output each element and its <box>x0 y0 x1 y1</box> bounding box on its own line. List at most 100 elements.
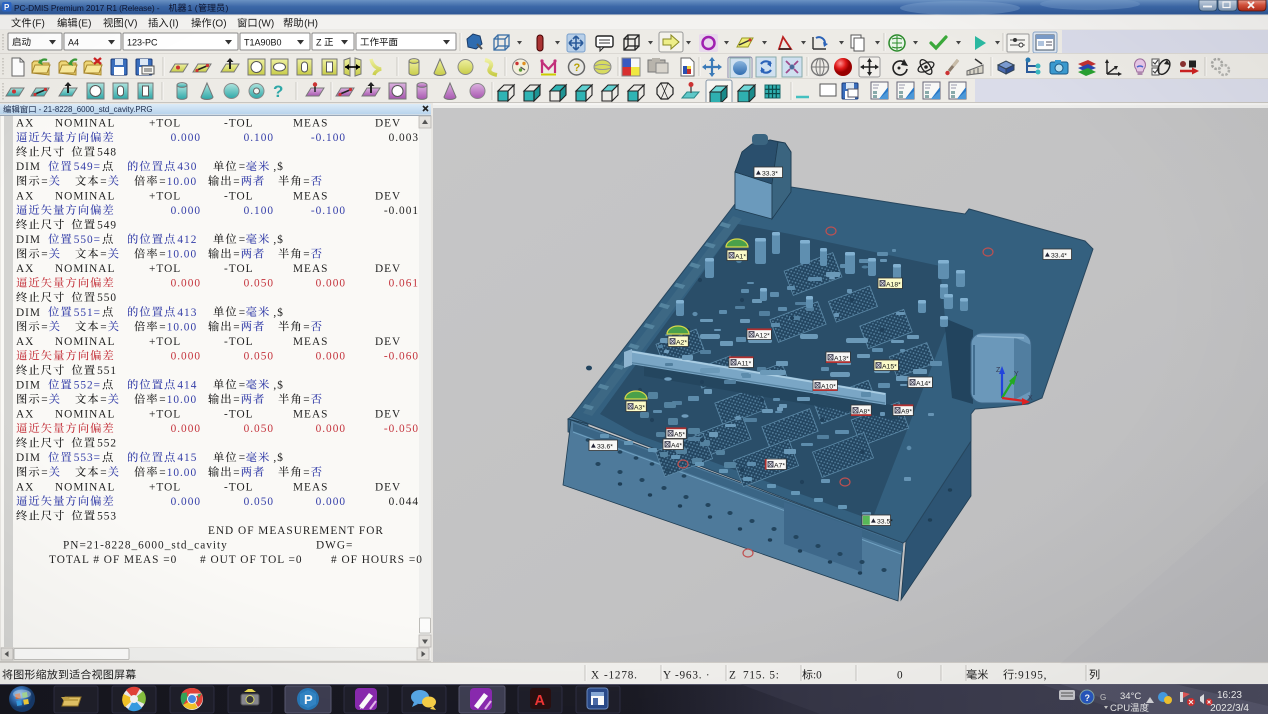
svg-text:=: = <box>159 249 166 261</box>
svg-text:0.000: 0.000 <box>171 423 201 435</box>
svg-text:,$: ,$ <box>273 234 283 246</box>
svg-text:16:23: 16:23 <box>1217 690 1242 701</box>
svg-text:10.00: 10.00 <box>167 176 197 188</box>
svg-text:DIM: DIM <box>16 452 41 464</box>
svg-text:10.00: 10.00 <box>167 321 197 333</box>
svg-text:A18*: A18* <box>886 281 901 288</box>
svg-text:-0.001: -0.001 <box>384 205 419 217</box>
svg-text:0.100: 0.100 <box>244 205 274 217</box>
svg-text:DIM: DIM <box>16 161 41 173</box>
svg-text:A2*: A2* <box>676 339 687 346</box>
svg-text:A13*: A13* <box>834 355 849 362</box>
svg-text:34°C: 34°C <box>1120 691 1141 702</box>
svg-text:AX: AX <box>16 190 34 202</box>
svg-text:DEV: DEV <box>375 481 401 493</box>
svg-text:A5*: A5* <box>674 431 685 438</box>
svg-text:=: = <box>239 307 246 319</box>
svg-text:+TOL: +TOL <box>149 118 181 130</box>
svg-text:=: = <box>303 321 310 333</box>
svg-text:DIM: DIM <box>16 307 41 319</box>
svg-text:P: P <box>4 3 10 12</box>
svg-text:549: 549 <box>97 219 117 231</box>
svg-text:0.000: 0.000 <box>316 496 346 508</box>
svg-text:DWG=: DWG= <box>316 540 353 552</box>
svg-text:551=: 551= <box>74 307 101 319</box>
svg-text:33.3*: 33.3* <box>762 170 778 177</box>
svg-text:X: X <box>591 670 599 682</box>
svg-text:413: 413 <box>177 307 197 319</box>
svg-text:-0.100: -0.100 <box>311 132 346 144</box>
svg-text:=: = <box>100 249 107 261</box>
svg-text:33.5*: 33.5* <box>877 518 893 525</box>
svg-text:A12*: A12* <box>755 332 770 339</box>
svg-text:=: = <box>41 321 48 333</box>
svg-text:123-PC: 123-PC <box>127 37 158 47</box>
svg-text:AX: AX <box>16 118 34 130</box>
svg-text:A15*: A15* <box>882 363 897 370</box>
svg-text:0.050: 0.050 <box>244 423 274 435</box>
svg-text:0.050: 0.050 <box>244 350 274 362</box>
svg-text:Z: Z <box>996 367 1001 374</box>
svg-text:=: = <box>233 176 240 188</box>
svg-text:+TOL: +TOL <box>149 263 181 275</box>
svg-text:550=: 550= <box>74 234 101 246</box>
svg-text:=: = <box>159 467 166 479</box>
svg-text:=: = <box>100 321 107 333</box>
svg-text:-0.100: -0.100 <box>311 205 346 217</box>
svg-text:=: = <box>100 176 107 188</box>
svg-text:DEV: DEV <box>375 263 401 275</box>
svg-text:=: = <box>303 249 310 261</box>
svg-text:MEAS: MEAS <box>293 336 328 348</box>
svg-text:Z: Z <box>316 37 322 47</box>
svg-text:0.100: 0.100 <box>244 132 274 144</box>
svg-text:-0.050: -0.050 <box>384 423 419 435</box>
svg-text:A7*: A7* <box>774 462 785 469</box>
svg-text:=: = <box>233 321 240 333</box>
svg-text:MEAS: MEAS <box>293 190 328 202</box>
svg-text:552: 552 <box>97 438 117 450</box>
svg-text:=: = <box>303 176 310 188</box>
svg-text:0.000: 0.000 <box>316 278 346 290</box>
svg-text:0.000: 0.000 <box>171 350 201 362</box>
svg-text:A: A <box>535 693 546 709</box>
svg-text:MEAS: MEAS <box>293 118 328 130</box>
svg-text:,$: ,$ <box>273 452 283 464</box>
svg-text:NOMINAL: NOMINAL <box>55 190 115 202</box>
svg-text:A9*: A9* <box>901 408 912 415</box>
svg-text:# OF HOURS =0: # OF HOURS =0 <box>331 554 423 566</box>
svg-text:,$: ,$ <box>273 380 283 392</box>
svg-text:-TOL: -TOL <box>224 409 254 421</box>
svg-text:1 (: 1 ( <box>188 3 198 13</box>
svg-text:10.00: 10.00 <box>167 249 197 261</box>
svg-text:412: 412 <box>177 234 197 246</box>
svg-text:(W): (W) <box>258 19 274 30</box>
svg-text:0.000: 0.000 <box>171 205 201 217</box>
svg-text:=: = <box>233 249 240 261</box>
svg-text:MEAS: MEAS <box>293 409 328 421</box>
svg-text:=: = <box>159 176 166 188</box>
svg-text:(F): (F) <box>32 19 45 30</box>
svg-text:552=: 552= <box>74 380 101 392</box>
svg-text:P: P <box>304 692 313 707</box>
svg-text:=: = <box>159 321 166 333</box>
svg-text:?: ? <box>273 82 283 101</box>
svg-text:DEV: DEV <box>375 409 401 421</box>
svg-text:DIM: DIM <box>16 234 41 246</box>
svg-text:END OF MEASUREMENT FOR: END OF MEASUREMENT FOR <box>208 525 384 537</box>
svg-text:=: = <box>233 467 240 479</box>
svg-text:430: 430 <box>177 161 197 173</box>
svg-text:-TOL: -TOL <box>224 263 254 275</box>
svg-text:10.00: 10.00 <box>167 467 197 479</box>
svg-text:(E): (E) <box>78 19 91 30</box>
svg-text:=: = <box>303 394 310 406</box>
svg-text:0.000: 0.000 <box>171 278 201 290</box>
svg-text:2022/3/4: 2022/3/4 <box>1210 703 1249 714</box>
svg-text:549=: 549= <box>74 161 101 173</box>
svg-text:A3*: A3* <box>634 404 645 411</box>
svg-text:=: = <box>159 394 166 406</box>
svg-text:CPU: CPU <box>1110 703 1130 714</box>
svg-text:=: = <box>41 394 48 406</box>
svg-text:(V): (V) <box>124 19 137 30</box>
svg-text:=: = <box>100 467 107 479</box>
svg-text:NOMINAL: NOMINAL <box>55 481 115 493</box>
